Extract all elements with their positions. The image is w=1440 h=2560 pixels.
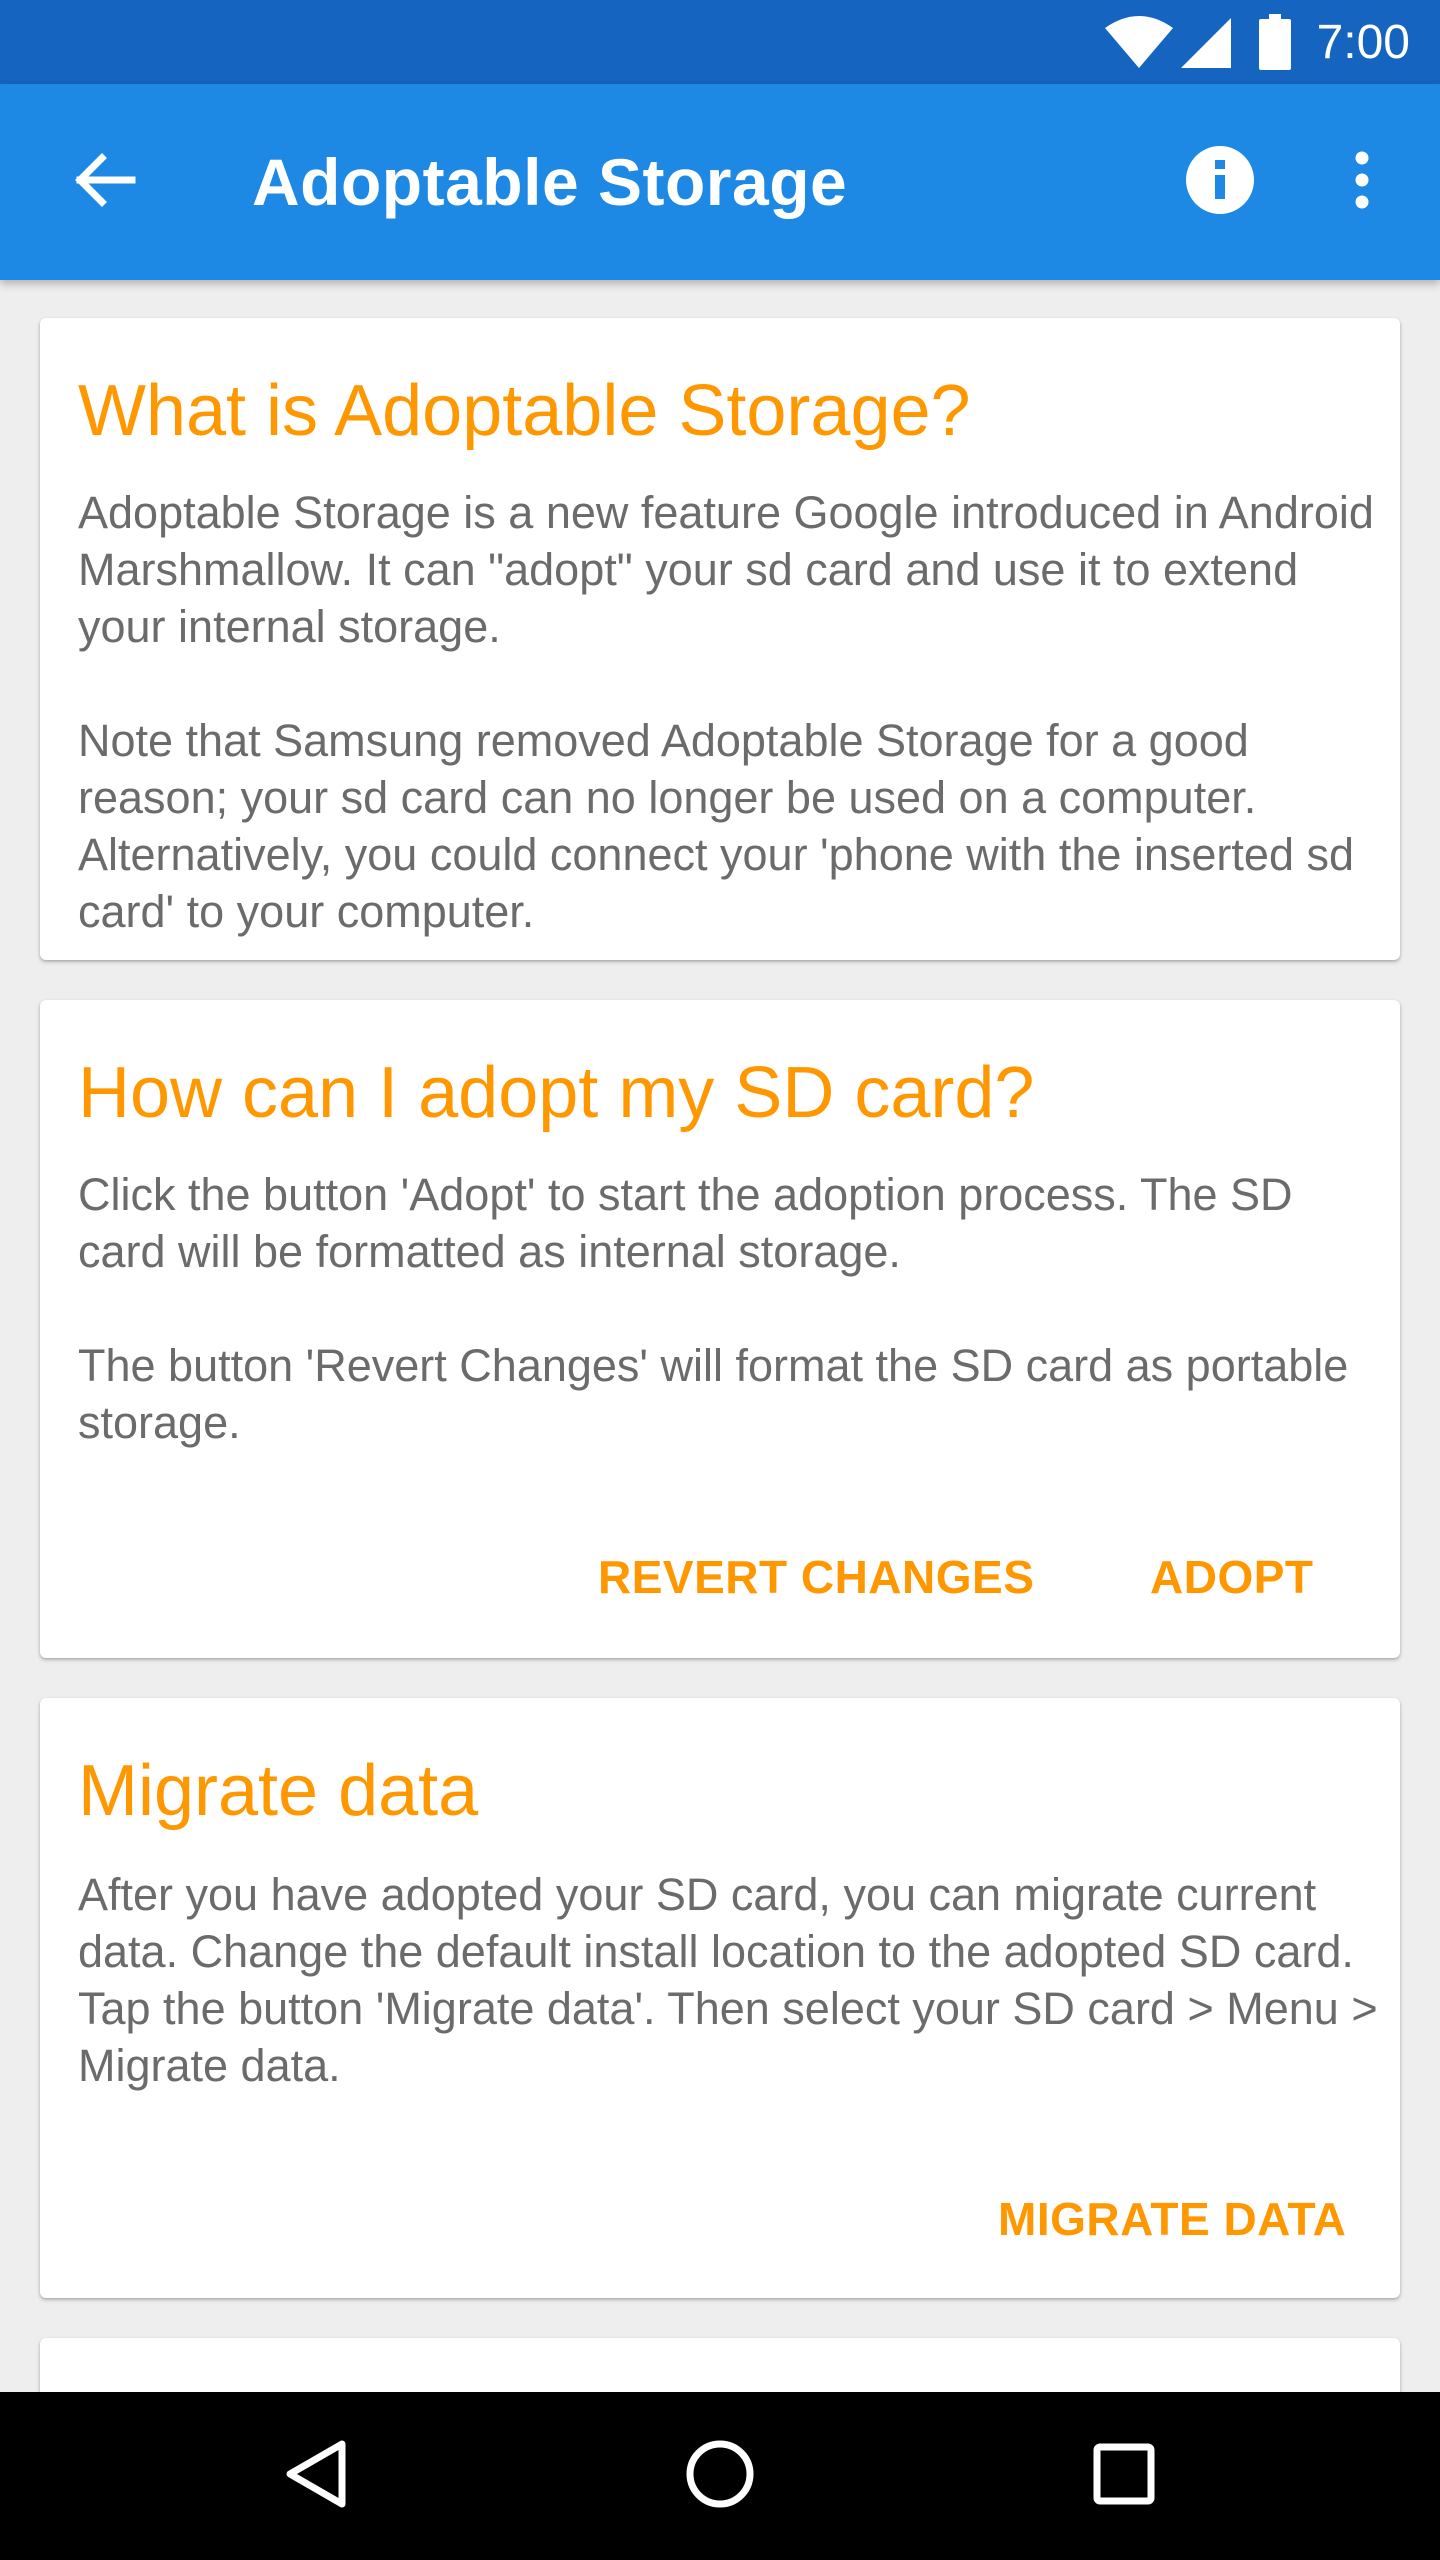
card-paragraph: Click the button 'Adopt' to start the ad… [78, 1169, 1293, 1277]
page-title: Adoptable Storage [252, 145, 848, 219]
home-circle-icon [684, 2438, 756, 2515]
card-paragraph: Note that Samsung removed Adoptable Stor… [78, 715, 1354, 937]
card-paragraph: The button 'Revert Changes' will format … [78, 1340, 1349, 1448]
card-title: Migrate data [78, 1751, 479, 1831]
card-paragraph: After you have adopted your SD card, you… [78, 1869, 1378, 2091]
screen: 7:00 Adoptable Storage What is Adoptable… [0, 0, 1440, 2560]
status-icons: 7:00 [1103, 0, 1410, 84]
signal-icon [1179, 14, 1233, 70]
more-options-button[interactable] [1314, 130, 1410, 234]
card-migrate-data: Migrate data After you have adopted your… [40, 1698, 1400, 2298]
nav-home-button[interactable] [660, 2416, 780, 2536]
recents-square-icon [1092, 2442, 1156, 2511]
app-bar: Adoptable Storage [0, 84, 1440, 280]
navigation-bar [0, 2392, 1440, 2560]
card-title: How can I adopt my SD card? [78, 1053, 1035, 1133]
migrate-data-button[interactable]: MIGRATE DATA [998, 2192, 1346, 2246]
nav-back-button[interactable] [256, 2416, 376, 2536]
revert-changes-button[interactable]: REVERT CHANGES [598, 1550, 1034, 1604]
card-paragraph: Adoptable Storage is a new feature Googl… [78, 487, 1374, 652]
adopt-button[interactable]: ADOPT [1150, 1550, 1314, 1604]
wifi-icon [1103, 14, 1175, 70]
nav-recents-button[interactable] [1064, 2416, 1184, 2536]
card-title: What is Adoptable Storage? [78, 371, 971, 451]
card-body: Adoptable Storage is a new feature Googl… [78, 484, 1378, 940]
card-what-is-adoptable-storage: What is Adoptable Storage? Adoptable Sto… [40, 318, 1400, 960]
arrow-back-icon [72, 152, 136, 213]
card-body: After you have adopted your SD card, you… [78, 1866, 1378, 2094]
more-vert-icon [1352, 150, 1372, 215]
back-triangle-icon [284, 2438, 348, 2515]
card-adopt-sd-card: How can I adopt my SD card? Click the bu… [40, 1000, 1400, 1658]
battery-icon [1258, 14, 1291, 70]
card-body: Click the button 'Adopt' to start the ad… [78, 1166, 1378, 1451]
back-button[interactable] [56, 134, 152, 230]
info-icon [1185, 145, 1255, 220]
info-button[interactable] [1168, 130, 1272, 234]
status-bar: 7:00 [0, 0, 1440, 84]
status-time: 7:00 [1316, 15, 1410, 69]
